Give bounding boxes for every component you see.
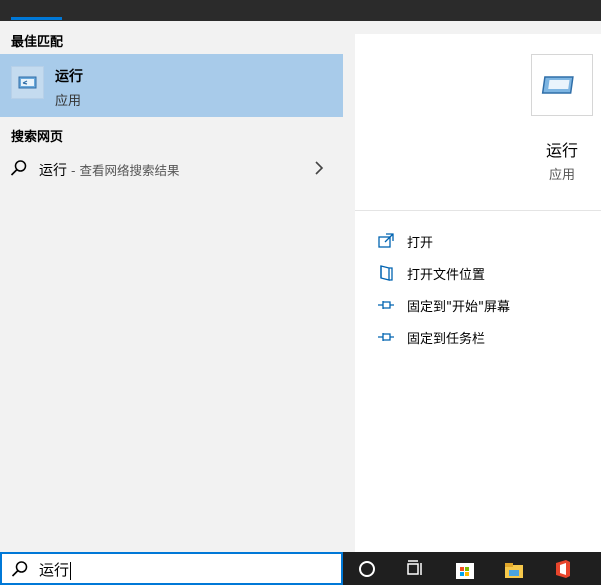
search-icon (11, 561, 28, 577)
web-search-result[interactable]: 运行 - 查看网络搜索结果 (0, 154, 343, 184)
cortana-icon[interactable] (356, 558, 378, 580)
pin-to-start-label: 固定到"开始"屏幕 (407, 300, 510, 315)
web-search-heading: 搜索网页 (11, 130, 64, 145)
taskbar: 运行 (0, 552, 601, 585)
search-box[interactable]: 运行 (0, 552, 343, 585)
run-app-large-icon (531, 54, 593, 116)
divider (355, 210, 601, 211)
best-match-name: 运行 (55, 69, 83, 85)
active-tab-indicator (11, 17, 62, 20)
web-result-suffix: - 查看网络搜索结果 (67, 163, 180, 178)
search-icon (10, 160, 27, 176)
pin-to-start-action[interactable]: 固定到"开始"屏幕 (377, 294, 597, 316)
web-result-query: 运行 (39, 163, 67, 179)
pin-to-taskbar-action[interactable]: 固定到任务栏 (377, 326, 597, 348)
pin-icon (378, 333, 394, 341)
open-file-location-label: 打开文件位置 (407, 268, 486, 283)
task-view-icon[interactable] (404, 558, 426, 580)
details-pane: 运行 应用 打开 打开文件位置 固定到"开始"屏幕 固定到任务栏 (343, 21, 601, 552)
best-match-heading: 最佳匹配 (11, 35, 64, 50)
best-match-type: 应用 (55, 94, 82, 109)
best-match-item[interactable]: 运行 应用 (0, 54, 343, 117)
search-input[interactable]: 运行 (39, 561, 69, 579)
run-app-icon (11, 66, 44, 99)
details-card: 运行 应用 打开 打开文件位置 固定到"开始"屏幕 固定到任务栏 (355, 34, 601, 552)
results-pane: 最佳匹配 运行 应用 搜索网页 运行 - 查看网络搜索结果 (0, 21, 343, 552)
open-action[interactable]: 打开 (377, 230, 597, 252)
open-label: 打开 (407, 236, 434, 251)
store-icon[interactable] (454, 558, 476, 580)
top-bar (0, 0, 601, 21)
file-explorer-icon[interactable] (503, 558, 525, 580)
pin-icon (378, 301, 394, 309)
details-app-type: 应用 (548, 168, 575, 183)
pin-to-taskbar-label: 固定到任务栏 (407, 332, 486, 347)
open-icon (378, 233, 394, 248)
office-icon[interactable] (552, 558, 574, 580)
details-app-name: 运行 (545, 141, 578, 160)
text-caret (70, 561, 72, 580)
chevron-right-icon[interactable] (312, 160, 326, 176)
open-file-location-action[interactable]: 打开文件位置 (377, 262, 597, 284)
file-location-icon (380, 265, 393, 281)
